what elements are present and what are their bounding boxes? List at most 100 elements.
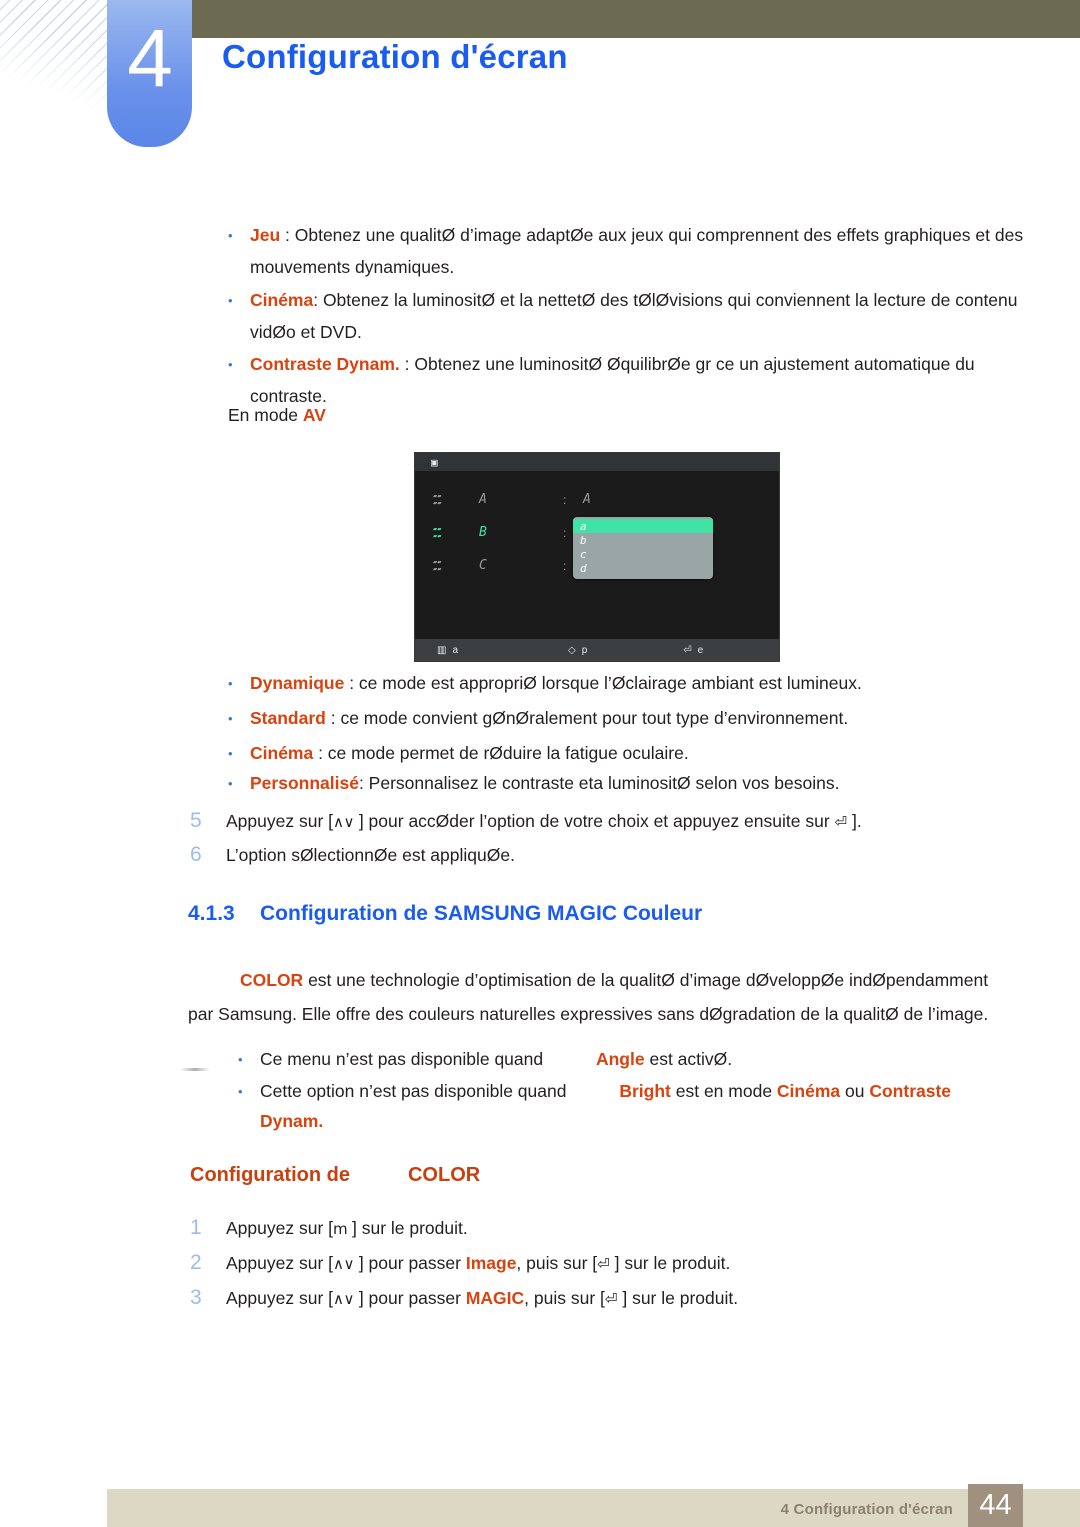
intro-rest: est une technologie d’optimisation de la…: [303, 970, 989, 990]
step-part-2: ] pour passer: [353, 1253, 466, 1273]
subsection-heading: Configuration de COLOR: [190, 1164, 480, 1187]
bullet-text: Cinéma : ce mode permet de rØduire la fa…: [250, 737, 1033, 769]
keyword-image: Image: [465, 1253, 517, 1273]
keyword-magic: MAGIC: [465, 1288, 525, 1308]
note-mid: est en mode: [670, 1081, 777, 1101]
enter-key-icon: ⏎: [604, 1290, 618, 1308]
note-item: Ce menu n’est pas disponible quand Angle…: [238, 1044, 1038, 1075]
up-down-arrow-icon: ∧∨: [333, 1255, 354, 1273]
note-text: Ce menu n’est pas disponible quand Angle…: [260, 1044, 1038, 1074]
page-content: Jeu : Obtenez une qualitØ d’image adaptØ…: [0, 0, 1080, 1527]
step-number: 1: [190, 1216, 202, 1239]
up-down-arrow-icon: ∧∨: [333, 1290, 354, 1308]
bullet-body: : ce mode convient gØnØralement pour tou…: [325, 708, 849, 728]
step-text: Appuyez sur [∧∨ ] pour accØder l’option …: [226, 806, 1050, 837]
intro-line-1: COLOR est une technologie d’optimisation…: [240, 965, 988, 995]
section-number: 4.1.3: [188, 902, 235, 925]
step-part-1: Appuyez sur [: [226, 1288, 333, 1308]
note-item: Cette option n’est pas disponible quand …: [238, 1076, 1038, 1136]
step-part-3: , puis sur [: [524, 1288, 605, 1308]
step-part-2: ] sur le produit.: [347, 1218, 468, 1238]
menu-bars-icon: ▥: [437, 644, 447, 656]
bullet-icon: [228, 348, 250, 381]
return-icon: ⏎: [683, 644, 692, 656]
osd-bottom-cell[interactable]: ⏎ e: [683, 645, 703, 656]
list-item: Dynamique : ce mode est appropriØ lorsqu…: [228, 667, 1033, 700]
step-part-2: ] pour accØder l’option de votre choix e…: [353, 811, 835, 831]
keyword-contraste-dynam: Contraste Dynam.: [250, 354, 400, 374]
bullet-icon: [238, 1076, 260, 1107]
osd-row[interactable]: ▰▰ ▰▰ A : A: [415, 483, 779, 516]
keyword-dynamique: Dynamique: [250, 673, 345, 693]
samsung-magic-icon: ▰▰ ▰▰: [433, 491, 442, 507]
step-number: 5: [190, 809, 202, 832]
osd-row-colon: :: [563, 492, 567, 507]
menu-key-icon: m: [333, 1220, 348, 1238]
step-part-1: Appuyez sur [: [226, 811, 333, 831]
samsung-magic-icon: ▰▰ ▰▰: [433, 557, 442, 573]
bullet-body: : Obtenez une qualitØ d’image adaptØe au…: [250, 225, 1024, 277]
osd-menu-screenshot: ▣ ▰▰▰▰ A : A ▰▰▰▰ B : ▰▰▰▰ C : a b c: [414, 452, 780, 662]
bullet-text: Cinéma: Obtenez la luminositØ et la nett…: [250, 284, 1033, 348]
section-title: Configuration de SAMSUNG MAGIC Couleur: [260, 902, 703, 925]
keyword-cinema-2: Cinéma: [250, 743, 314, 763]
bullet-text: Dynamique : ce mode est appropriØ lorsqu…: [250, 667, 1033, 699]
up-down-arrow-icon: ∧∨: [333, 813, 354, 831]
step-part-1: Appuyez sur [: [226, 1218, 333, 1238]
list-item: Contraste Dynam. : Obtenez une luminosit…: [228, 348, 1033, 412]
note-mid: est activØ.: [644, 1049, 733, 1069]
osd-bottom-cell[interactable]: ◇ p: [568, 645, 587, 656]
step-number: 6: [190, 843, 202, 866]
note-divider-icon: [180, 1068, 210, 1071]
bullet-text: Jeu : Obtenez une qualitØ d’image adaptØ…: [250, 219, 1033, 283]
keyword-cinema: Cinéma: [250, 290, 314, 310]
step-part-2: ] pour passer: [353, 1288, 466, 1308]
diamond-icon: ◇: [568, 644, 576, 656]
osd-row-label: A: [479, 492, 487, 507]
footer-chapter-label: 4 Configuration d'écran: [780, 1501, 953, 1518]
page-number: 44: [968, 1484, 1023, 1527]
bullet-body: : Obtenez la luminositØ et la nettetØ de…: [250, 290, 1018, 342]
subheading-prefix: Configuration de: [190, 1164, 350, 1186]
osd-row-value: A: [583, 492, 591, 507]
keyword-av: AV: [302, 405, 326, 425]
osd-bottom-label: p: [581, 644, 588, 656]
osd-row-colon: :: [563, 525, 567, 540]
av-mode-prefix: En mode: [228, 405, 303, 425]
step-2: 2 Appuyez sur [∧∨ ] pour passer Image, p…: [190, 1248, 1050, 1279]
step-part-3: ].: [847, 811, 862, 831]
enter-key-icon: ⏎: [834, 813, 848, 831]
note-text: Cette option n’est pas disponible quand …: [260, 1076, 1038, 1136]
list-item: Personnalisé: Personnalisez le contraste…: [228, 767, 1033, 800]
osd-dropdown-item[interactable]: d: [573, 561, 713, 575]
keyword-standard: Standard: [250, 708, 326, 728]
note-mid-2: ou: [840, 1081, 870, 1101]
keyword-bright: Bright: [619, 1081, 671, 1101]
enter-key-icon: ⏎: [597, 1255, 610, 1273]
list-item: Jeu : Obtenez une qualitØ d’image adaptØ…: [228, 219, 1033, 283]
osd-dropdown-list[interactable]: a b c d: [573, 517, 713, 579]
av-mode-line: En mode AV: [228, 400, 326, 430]
osd-dropdown-item-selected[interactable]: a: [573, 519, 713, 533]
bullet-body: : ce mode est appropriØ lorsque l’Øclair…: [344, 673, 862, 693]
keyword-angle: Angle: [595, 1049, 645, 1069]
osd-row-colon: :: [563, 558, 567, 573]
osd-row-label: B: [479, 525, 487, 540]
step-number: 2: [190, 1251, 202, 1274]
bullet-icon: [228, 767, 250, 800]
note-pre: Ce menu n’est pas disponible quand: [260, 1049, 548, 1069]
bullet-icon: [228, 284, 250, 317]
step-5: 5 Appuyez sur [∧∨ ] pour accØder l’optio…: [190, 806, 1050, 837]
note-pre: Cette option n’est pas disponible quand: [260, 1081, 572, 1101]
step-number: 3: [190, 1286, 202, 1309]
osd-dropdown-item[interactable]: c: [573, 547, 713, 561]
keyword-personnalise: Personnalisé: [250, 773, 359, 793]
osd-row-label: C: [479, 558, 487, 573]
subheading-keyword: COLOR: [407, 1164, 481, 1186]
section-heading: 4.1.3 Configuration de SAMSUNG MAGIC Coul…: [188, 902, 702, 926]
osd-dropdown-item[interactable]: b: [573, 533, 713, 547]
osd-top-bar: ▣: [415, 453, 779, 471]
osd-bottom-cell[interactable]: ▥ a: [437, 645, 458, 656]
bullet-body: : Personnalisez le contraste eta luminos…: [358, 773, 840, 793]
bullet-icon: [228, 737, 250, 770]
